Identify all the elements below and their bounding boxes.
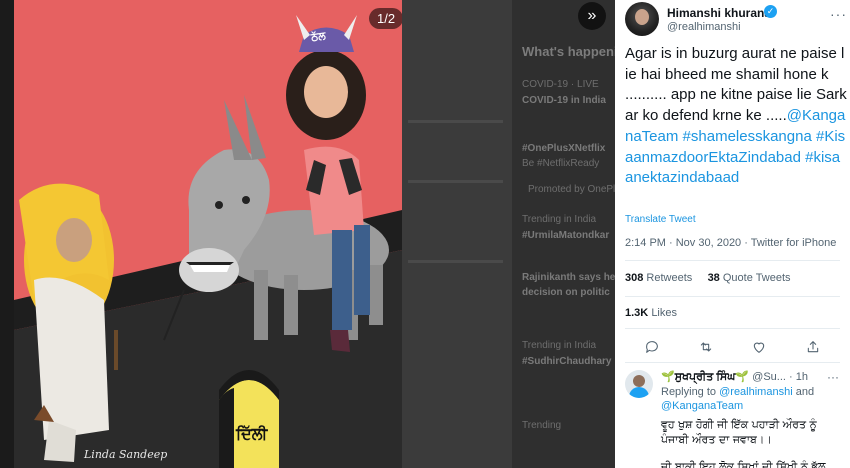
- replying-to: Replying to @realhimanshi and @KanganaTe…: [661, 386, 815, 412]
- milestone-text: ਦਿੱਲੀ: [236, 424, 268, 443]
- more-options-icon[interactable]: ···: [830, 6, 847, 22]
- reply-author-name[interactable]: ਸੁਖਪ੍ਰੀਤ ਸਿੰਘ: [675, 371, 736, 383]
- reply-tweet[interactable]: 🌱ਸੁਖਪ੍ਰੀਤ ਸਿੰਘ🌱 @Su... · 1h ··· Replying…: [625, 368, 850, 468]
- sprout-emoji: 🌱: [661, 371, 675, 383]
- reply-text-line: ਪੰਜਾਬੀ ਔਰਤ ਦਾ ਜਵਾਬ।।: [661, 433, 772, 446]
- tweet-text: Agar is in buzurg aurat ne paise lie hai…: [625, 44, 847, 189]
- reply-time[interactable]: · 1h: [789, 371, 808, 383]
- hashtag-link[interactable]: #shamelesskangna: [683, 128, 812, 145]
- reply-author-handle[interactable]: @Su...: [752, 371, 786, 383]
- reply-text-line: ਵੂਹ ਖੁਸ਼ ਹੋਗੀ ਜੀ ਇੱਕ ਪਹਾੜੀ ਔਰਤ ਨੂੰ: [661, 418, 817, 431]
- background-whats-happening: What's happening: [522, 44, 615, 59]
- next-image-button[interactable]: »: [578, 2, 606, 30]
- background-item: Promoted by OnePlus: [528, 184, 615, 195]
- background-item: COVID-19 · LIVE: [522, 79, 599, 90]
- reply-text: ਵੂਹ ਖੁਸ਼ ਹੋਗੀ ਜੀ ਇੱਕ ਪਹਾੜੀ ਔਰਤ ਨੂੰ ਪੰਜਾਬ…: [661, 417, 846, 468]
- engagement-stats: 308 Retweets 38 Quote Tweets: [625, 272, 791, 284]
- author-avatar[interactable]: [625, 2, 659, 36]
- mention-link[interactable]: @KanganaTeam: [661, 400, 743, 412]
- background-feed-column: [402, 0, 512, 468]
- author-name[interactable]: Himanshi khurana: [667, 6, 771, 20]
- media-viewer[interactable]: ਠੱਲ ਦਿੱਲੀ Linda Sandeep 1/2: [14, 0, 402, 468]
- crown-text: ਠੱਲ: [310, 29, 327, 44]
- background-line: [408, 260, 503, 263]
- like-heart-icon[interactable]: [748, 336, 770, 358]
- share-icon[interactable]: [802, 336, 824, 358]
- retweets-stat[interactable]: 308 Retweets: [625, 272, 692, 284]
- likes-stat[interactable]: 1.3K Likes: [625, 307, 677, 319]
- verified-icon: ✓: [764, 5, 777, 18]
- mention-link[interactable]: @realhimanshi: [719, 386, 793, 398]
- tweet-panel: Himanshi khurana ✓ @realhimanshi ··· Aga…: [615, 0, 850, 468]
- reply-more-options-icon[interactable]: ···: [827, 370, 839, 384]
- cartoon-image: [14, 0, 402, 468]
- quote-tweets-stat[interactable]: 38 Quote Tweets: [708, 272, 791, 284]
- reply-text-line: ਜੀ ਬਾਕੀ ਇਹ ਲੋਕ ਸਿਖਾਂ ਦੀ ਸਿੱਖੀ ਨੂੰ ਭੁੱਲ: [661, 460, 826, 468]
- author-row: Himanshi khurana ✓ @realhimanshi ···: [625, 2, 847, 38]
- background-sidebar: What's happening COVID-19 · LIVE COVID-1…: [512, 0, 615, 468]
- background-item: #UrmilaMatondkar: [522, 230, 610, 241]
- background-item: COVID-19 in India: [522, 95, 606, 106]
- tweet-actions: [625, 336, 840, 358]
- background-item: Trending in India: [522, 214, 597, 225]
- divider: [625, 328, 840, 329]
- background-item: Be #NetflixReady: [522, 158, 600, 169]
- divider: [625, 296, 840, 297]
- background-item: Trending: [522, 420, 562, 431]
- background-line: [408, 120, 503, 123]
- reply-avatar[interactable]: [625, 370, 653, 398]
- background-left-strip: [0, 0, 14, 468]
- translate-tweet-link[interactable]: Translate Tweet: [625, 214, 696, 225]
- artist-signature: Linda Sandeep: [84, 448, 168, 461]
- background-item: #SudhirChaudhary: [522, 356, 612, 367]
- divider: [625, 362, 840, 363]
- reply-header: 🌱ਸੁਖਪ੍ਰੀਤ ਸਿੰਘ🌱 @Su... · 1h: [661, 370, 846, 384]
- background-item: #OnePlusXNetflix: [522, 143, 606, 154]
- divider: [625, 260, 840, 261]
- background-item: Trending in India: [522, 340, 597, 351]
- background-item: Rajinikanth says he: [522, 272, 615, 283]
- background-line: [408, 180, 503, 183]
- tweet-timestamp[interactable]: 2:14 PM · Nov 30, 2020 · Twitter for iPh…: [625, 237, 836, 249]
- background-item: decision on politic: [522, 287, 610, 298]
- retweet-icon[interactable]: [695, 336, 717, 358]
- milestone-figure: [219, 370, 279, 468]
- author-handle[interactable]: @realhimanshi: [667, 21, 741, 33]
- image-counter: 1/2: [369, 8, 402, 29]
- sprout-emoji: 🌱: [735, 371, 750, 383]
- double-chevron-right-icon: »: [587, 7, 597, 24]
- reply-icon[interactable]: [641, 336, 663, 358]
